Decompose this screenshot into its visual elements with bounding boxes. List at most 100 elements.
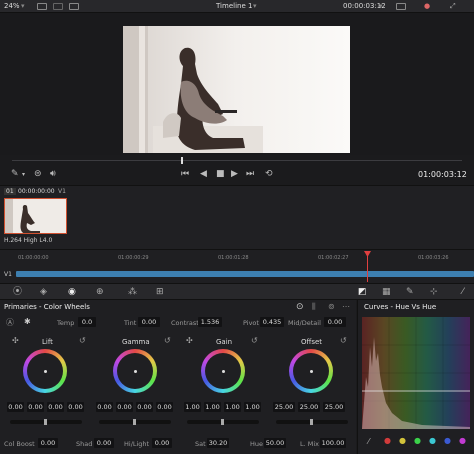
gamma-master-slider[interactable] <box>99 419 171 425</box>
track-label: V1 <box>4 271 12 278</box>
lmix-field[interactable]: 100.00 <box>320 438 346 448</box>
gamma-g-field[interactable]: 0.00 <box>136 402 153 412</box>
gamma-reset-icon[interactable]: ↺ <box>164 336 171 345</box>
video-frame-image <box>123 26 350 153</box>
qualifier-icon[interactable]: ⊜ <box>34 170 42 179</box>
qualifier-tool-icon[interactable]: ✎ <box>406 287 414 297</box>
offset-reset-icon[interactable]: ↺ <box>340 336 347 345</box>
log-mode-icon[interactable]: ⊚ <box>328 302 335 311</box>
tint-field[interactable]: 0.00 <box>138 317 160 327</box>
gain-master-slider[interactable] <box>187 419 259 425</box>
timeline-dropdown-icon[interactable]: ▾ <box>253 2 257 10</box>
gain-wheel[interactable] <box>201 349 245 393</box>
color-toolbar: ⦿ ◈ ◉ ⊕ ⁂ ⊞ ◩ ▦ ✎ ⊹ ⁄ <box>0 283 474 300</box>
dual-view-icon[interactable] <box>69 3 79 10</box>
color-match-icon[interactable]: ◈ <box>40 287 47 297</box>
zoom-dropdown-icon[interactable]: ▾ <box>21 2 25 10</box>
play-icon[interactable]: ▶ <box>231 170 238 179</box>
gain-b-field[interactable]: 1.00 <box>244 402 261 412</box>
middetail-field[interactable]: 0.00 <box>324 317 346 327</box>
clip-thumbnail[interactable] <box>4 198 67 234</box>
scrub-playhead[interactable] <box>181 157 183 164</box>
hue-curve-graph[interactable] <box>362 317 470 429</box>
play-reverse-icon[interactable]: ◀ <box>200 170 207 179</box>
lift-r-field[interactable]: 0.00 <box>27 402 44 412</box>
middetail-label: Mid/Detail <box>288 319 321 327</box>
viewer-mode-icon[interactable] <box>37 3 47 10</box>
camera-raw-icon[interactable]: ⦿ <box>13 287 22 297</box>
colboost-field[interactable]: 0.00 <box>38 438 58 448</box>
curve-picker-icon[interactable]: ⁄ <box>368 437 369 446</box>
rgb-mixer-icon[interactable]: ⁂ <box>128 287 137 297</box>
jump-end-icon[interactable]: ⏭︎ <box>246 170 254 179</box>
color-picker-icon[interactable]: ● <box>424 2 430 10</box>
offset-b-field[interactable]: 25.00 <box>323 402 345 412</box>
swatch-green[interactable]: ● <box>414 436 421 445</box>
pen-tool-icon[interactable]: ✎ <box>11 170 19 179</box>
bars-mode-icon[interactable]: ⫼ <box>312 302 316 312</box>
offset-g-field[interactable]: 25.00 <box>298 402 320 412</box>
gamma-wheel[interactable] <box>113 349 157 393</box>
curves-icon[interactable]: ◩ <box>358 287 367 297</box>
gamma-y-field[interactable]: 0.00 <box>96 402 113 412</box>
swatch-red[interactable]: ● <box>384 436 391 445</box>
timeline-clip-bar[interactable] <box>16 271 474 277</box>
lift-y-field[interactable]: 0.00 <box>7 402 24 412</box>
temp-field[interactable]: 0.0 <box>78 317 96 327</box>
gamma-b-field[interactable]: 0.00 <box>156 402 173 412</box>
hilight-field[interactable]: 0.00 <box>152 438 172 448</box>
lift-wheel[interactable] <box>23 349 67 393</box>
scrub-bar[interactable] <box>12 160 462 161</box>
hue-field[interactable]: 50.00 <box>264 438 286 448</box>
swatch-cyan[interactable]: ● <box>429 436 436 445</box>
zoom-level[interactable]: 24% <box>4 2 20 10</box>
offset-r-field[interactable]: 25.00 <box>273 402 295 412</box>
lift-b-field[interactable]: 0.00 <box>67 402 84 412</box>
fullscreen-icon[interactable]: ⤢ <box>450 2 456 11</box>
hdr-icon[interactable]: ⊕ <box>96 287 104 297</box>
primaries-icon[interactable]: ◉ <box>68 287 76 297</box>
ruler-tick: 01:00:00:00 <box>18 255 49 261</box>
swatch-magenta[interactable]: ● <box>459 436 466 445</box>
timeline-title[interactable]: Timeline 1 <box>216 2 252 10</box>
sat-field[interactable]: 30.20 <box>207 438 229 448</box>
gain-g-field[interactable]: 1.00 <box>224 402 241 412</box>
more-options-icon[interactable]: ⋯ <box>342 302 350 311</box>
timecode-dropdown-icon[interactable]: ▾ <box>379 2 383 10</box>
gamma-label: Gamma <box>122 338 150 346</box>
gamma-r-field[interactable]: 0.00 <box>116 402 133 412</box>
pen-dropdown-icon[interactable]: ▾ <box>22 170 25 179</box>
lift-g-field[interactable]: 0.00 <box>47 402 64 412</box>
loop-icon[interactable]: ⟲ <box>265 170 273 179</box>
lift-master-slider[interactable] <box>10 419 82 425</box>
stop-icon[interactable]: ■ <box>216 170 225 179</box>
offset-wheel[interactable] <box>289 349 333 393</box>
shad-field[interactable]: 0.00 <box>94 438 114 448</box>
gain-reset-icon[interactable]: ↺ <box>251 336 258 345</box>
window-icon[interactable]: ⊹ <box>430 287 438 297</box>
gain-picker-icon[interactable]: ✣ <box>186 336 193 345</box>
contrast-field[interactable]: 1.536 <box>198 317 222 327</box>
jump-start-icon[interactable]: ⏮︎ <box>181 170 189 179</box>
monitor-icon[interactable] <box>396 3 406 10</box>
playhead-marker-icon[interactable] <box>364 251 371 257</box>
curves-panel: Curves - Hue Vs Hue ⁄ ● ● ● ● ● ● <box>357 300 474 454</box>
lift-picker-icon[interactable]: ✣ <box>12 336 19 345</box>
audio-icon[interactable]: 🔊︎ <box>50 170 56 179</box>
clip-thumbnail-image <box>5 199 66 233</box>
color-warper-icon[interactable]: ▦ <box>382 287 391 297</box>
motion-effects-icon[interactable]: ⊞ <box>156 287 164 297</box>
wheels-mode-icon[interactable]: ⊙ <box>296 302 304 312</box>
offset-label: Offset <box>301 338 323 346</box>
pivot-field[interactable]: 0.435 <box>260 317 284 327</box>
picker-icon[interactable]: ✱ <box>24 317 31 326</box>
auto-balance-icon[interactable]: Ⓐ <box>6 317 14 328</box>
swatch-yellow[interactable]: ● <box>399 436 406 445</box>
swatch-blue[interactable]: ● <box>444 436 451 445</box>
lift-reset-icon[interactable]: ↺ <box>79 336 86 345</box>
eyedropper-icon[interactable]: ⁄ <box>462 287 464 297</box>
gain-y-field[interactable]: 1.00 <box>184 402 201 412</box>
cinema-mode-icon[interactable] <box>53 3 63 10</box>
gain-r-field[interactable]: 1.00 <box>204 402 221 412</box>
offset-master-slider[interactable] <box>276 419 348 425</box>
